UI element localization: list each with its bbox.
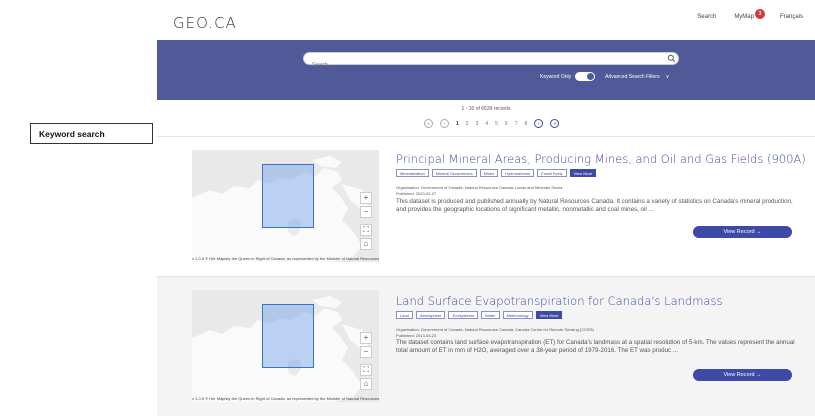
tag[interactable]: Atmosphere bbox=[415, 311, 446, 319]
records-count: 1 - 10 of 6539 records bbox=[461, 106, 511, 112]
search-bar bbox=[303, 52, 679, 71]
home-icon[interactable]: ⌂ bbox=[360, 378, 372, 390]
record-tags: Mineralization Mineral Occurrences Mines… bbox=[396, 169, 597, 177]
record-map[interactable]: + − ⛶ ⌂ bbox=[192, 290, 379, 402]
tag[interactable]: Fossil Fuels bbox=[537, 169, 567, 177]
tag[interactable]: Mines bbox=[479, 169, 499, 177]
search-icon[interactable] bbox=[667, 54, 676, 63]
first-page-icon[interactable]: « bbox=[424, 119, 433, 128]
page-2[interactable]: 2 bbox=[466, 121, 469, 127]
top-nav: Search MyMap 3 Français bbox=[697, 9, 803, 20]
zoom-in-button[interactable]: + bbox=[360, 192, 372, 204]
language-toggle-link[interactable]: Français bbox=[780, 14, 803, 20]
page-8[interactable]: 8 bbox=[524, 121, 527, 127]
mymap-count-badge: 3 bbox=[754, 9, 765, 19]
zoom-out-button[interactable]: − bbox=[360, 346, 372, 358]
last-page-icon[interactable]: » bbox=[550, 119, 560, 128]
record-tags: Land Atmosphere Ecosystems Water Meteoro… bbox=[396, 311, 563, 319]
record-title[interactable]: Land Surface Evapotranspiration for Cana… bbox=[396, 294, 722, 308]
page-4[interactable]: 4 bbox=[485, 121, 488, 127]
fullscreen-icon[interactable]: ⛶ bbox=[360, 364, 372, 376]
tag[interactable]: Mineralization bbox=[396, 169, 429, 177]
record-description: The dataset contains land surface evapot… bbox=[396, 339, 795, 354]
record-card: + − ⛶ ⌂ v 1.0.5 © Her Majesty the Queen … bbox=[157, 277, 815, 416]
page-5[interactable]: 5 bbox=[495, 121, 498, 127]
site-logo[interactable]: GEO.CA bbox=[173, 14, 237, 32]
next-page-icon[interactable]: › bbox=[534, 119, 544, 128]
chevron-down-icon[interactable]: ∨ bbox=[666, 74, 670, 80]
record-published-date: Published: 2020-02-27 bbox=[396, 191, 437, 196]
record-organisation: Organisation: Government of Canada; Natu… bbox=[396, 185, 563, 190]
tag[interactable]: Hydrocarbons bbox=[501, 169, 535, 177]
keyword-options-row: Keyword Only Advanced Search Filters ∨ bbox=[540, 72, 669, 81]
zoom-in-button[interactable]: + bbox=[360, 332, 372, 344]
page: GEO.CA Search MyMap 3 Français Keyword O… bbox=[0, 0, 815, 416]
nav-search-link[interactable]: Search bbox=[697, 14, 716, 20]
record-map[interactable]: + − ⛶ ⌂ bbox=[192, 150, 379, 262]
tag[interactable]: Ecosystems bbox=[448, 311, 479, 319]
view-record-button[interactable]: View Record → bbox=[693, 226, 792, 238]
mymap-label: MyMap bbox=[734, 14, 754, 20]
record-title[interactable]: Principal Mineral Areas, Producing Mines… bbox=[396, 152, 806, 166]
nav-mymap-link[interactable]: MyMap 3 bbox=[734, 9, 765, 20]
view-more-tags-button[interactable]: View More bbox=[535, 311, 563, 319]
keyword-search-callout: Keyword search bbox=[30, 123, 153, 144]
keyword-only-toggle[interactable] bbox=[575, 72, 596, 81]
view-record-button[interactable]: View Record → bbox=[693, 369, 792, 381]
page-7[interactable]: 7 bbox=[515, 121, 518, 127]
fullscreen-icon[interactable]: ⛶ bbox=[360, 224, 372, 236]
view-more-tags-button[interactable]: View More bbox=[569, 169, 597, 177]
zoom-out-button[interactable]: − bbox=[360, 206, 372, 218]
tag[interactable]: Mineral Occurrences bbox=[431, 169, 477, 177]
home-icon[interactable]: ⌂ bbox=[360, 238, 372, 250]
keyword-only-label: Keyword Only bbox=[540, 73, 572, 80]
page-6[interactable]: 6 bbox=[505, 121, 508, 127]
page-1[interactable]: 1 bbox=[456, 121, 459, 127]
advanced-search-filters-link[interactable]: Advanced Search Filters bbox=[605, 74, 659, 80]
map-extent-rectangle bbox=[262, 164, 314, 228]
search-input[interactable] bbox=[312, 59, 652, 71]
tag[interactable]: Water bbox=[481, 311, 500, 319]
search-band: Keyword Only Advanced Search Filters ∨ bbox=[157, 40, 815, 100]
tag[interactable]: Meteorology bbox=[502, 311, 533, 319]
map-attribution: v 1.0.5 © Her Majesty the Queen in Right… bbox=[192, 396, 380, 401]
pagination: « ‹ 1 2 3 4 5 6 7 8 › » bbox=[424, 119, 560, 128]
previous-page-icon[interactable]: ‹ bbox=[440, 119, 449, 128]
record-description: This dataset is produced and published a… bbox=[396, 198, 793, 213]
map-extent-rectangle bbox=[262, 304, 314, 368]
record-card: + − ⛶ ⌂ v 1.0.5 © Her Majesty the Queen … bbox=[157, 136, 815, 276]
page-3[interactable]: 3 bbox=[476, 121, 479, 127]
record-published-date: Published: 2013-03-23 bbox=[396, 333, 437, 338]
map-attribution: v 1.0.5 © Her Majesty the Queen in Right… bbox=[192, 256, 380, 261]
record-organisation: Organisation: Government of Canada; Natu… bbox=[396, 327, 594, 332]
tag[interactable]: Land bbox=[396, 311, 413, 319]
